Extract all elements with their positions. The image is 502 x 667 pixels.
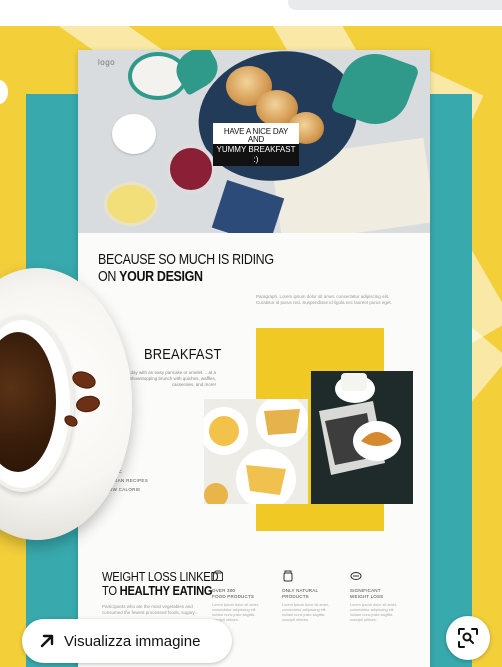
feature-weight: SIGNIFICANT WEIGHT LOSS Lorem ipsum dolo… xyxy=(350,570,402,623)
jar-icon xyxy=(282,570,334,585)
riding-bold: YOUR DESIGN xyxy=(119,269,203,285)
feature-desc: Lorem ipsum dolor sit amet, consectetur … xyxy=(350,603,397,622)
riding-on: ON xyxy=(98,269,117,285)
box-icon xyxy=(212,570,264,585)
arrow-up-right-icon xyxy=(40,634,54,648)
top-bar xyxy=(0,0,502,26)
feature-desc: Lorem ipsum dolor sit amet, consectetur … xyxy=(282,603,329,622)
feature-products: OVER 300 FOOD PRODUCTS Lorem ipsum dolor… xyxy=(212,570,264,623)
visual-search-icon xyxy=(458,628,478,648)
view-image-label: Visualizza immagine xyxy=(64,632,201,650)
croissant-photo xyxy=(311,371,413,504)
previous-edge xyxy=(0,80,8,104)
visual-search-button[interactable] xyxy=(446,616,490,660)
riding-line-1: BECAUSE SO MUCH IS RIDING xyxy=(98,252,274,268)
breakfast-title: BREAKFAST xyxy=(144,346,222,363)
weight-bold: HEALTHY EATING xyxy=(119,583,213,598)
riding-headline: BECAUSE SO MUCH IS RIDING ON YOUR DESIGN xyxy=(98,252,274,286)
feature-title: OVER 300 FOOD PRODUCTS xyxy=(212,588,255,599)
quiche-photo-art xyxy=(204,399,308,504)
packet xyxy=(211,179,285,233)
feature-desc: Lorem ipsum dolor sit amet, consectetur … xyxy=(212,603,259,622)
croissant-photo-art xyxy=(311,371,413,504)
flyer-logo: logo xyxy=(98,58,116,67)
weight-paragraph: Participants who ate the most vegetables… xyxy=(102,604,199,615)
hero-line-2: YUMMY BREAKFAST :) xyxy=(213,144,299,166)
scale-icon xyxy=(350,570,402,585)
quiche-photo xyxy=(204,399,308,504)
weight-headline: WEIGHT LOSS LINKED TO HEALTHY EATING xyxy=(102,569,219,598)
breakfast-flyer: logo HAVE A NICE DAY AND YUMMY BREAKFAST… xyxy=(78,50,430,667)
feature-title: ONLY NATURAL PRODUCTS xyxy=(282,588,319,599)
riding-paragraph: Paragraph. Lorem ipsum dolor sit amet, c… xyxy=(256,294,392,305)
feature-natural: ONLY NATURAL PRODUCTS Lorem ipsum dolor … xyxy=(282,570,334,623)
hero-photo: logo HAVE A NICE DAY AND YUMMY BREAKFAST… xyxy=(78,50,430,233)
pin-image[interactable]: logo HAVE A NICE DAY AND YUMMY BREAKFAST… xyxy=(0,26,502,667)
feature-title: SIGNIFICANT WEIGHT LOSS xyxy=(350,588,384,599)
view-image-button[interactable]: Visualizza immagine xyxy=(22,619,232,663)
weight-to: TO xyxy=(102,583,117,598)
jam-jar xyxy=(166,144,216,194)
weight-line-1: WEIGHT LOSS LINKED xyxy=(102,569,219,584)
butter-dish xyxy=(104,182,158,226)
search-bar-edge[interactable] xyxy=(288,0,502,10)
hero-caption: HAVE A NICE DAY AND YUMMY BREAKFAST :) xyxy=(213,123,299,166)
milk-jug xyxy=(112,114,156,154)
